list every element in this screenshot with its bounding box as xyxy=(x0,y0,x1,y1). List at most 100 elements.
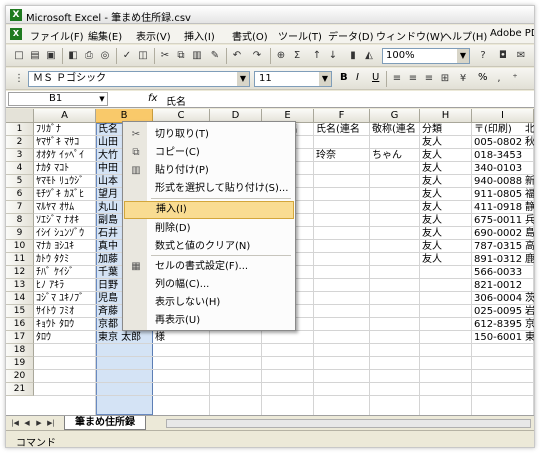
underline-button[interactable]: U xyxy=(372,72,379,83)
font-name-select[interactable]: ＭＳ Ｐゴシック ▼ xyxy=(28,71,250,87)
cell-a9[interactable]: ｲｼｲ ｼｭﾝｿﾞｳ xyxy=(36,227,95,240)
cell-h11[interactable]: 友人 xyxy=(422,253,471,266)
cell-a2[interactable]: ﾔﾏｻﾞｷ ﾏｻｺ xyxy=(36,136,95,149)
undo-icon[interactable]: ↶ xyxy=(230,49,244,63)
cell-a15[interactable]: ｻｲﾄｳ ﾌﾐｵ xyxy=(36,305,95,318)
cell-j3[interactable] xyxy=(525,149,534,162)
cell-a21[interactable] xyxy=(36,383,95,396)
cell-h3[interactable]: 友人 xyxy=(422,149,471,162)
cell-h19[interactable] xyxy=(422,357,471,370)
cell-h17[interactable] xyxy=(422,331,471,344)
menu-data[interactable]: データ(D) xyxy=(328,28,374,43)
cell-c20[interactable] xyxy=(155,370,209,383)
cell-f18[interactable] xyxy=(316,344,369,357)
cell-f7[interactable] xyxy=(316,201,369,214)
row-header[interactable]: 1 xyxy=(6,123,34,136)
menu-edit[interactable]: 編集(E) xyxy=(88,28,122,43)
pdf-mail-icon[interactable]: ✉ xyxy=(514,49,528,63)
cell-g21[interactable] xyxy=(372,383,419,396)
cell-j1[interactable]: 北 xyxy=(525,123,534,136)
cell-j8[interactable]: 兵 xyxy=(525,214,534,227)
cell-g15[interactable] xyxy=(372,305,419,318)
menu-insert[interactable]: 挿入(I) xyxy=(184,28,215,43)
cell-i20[interactable] xyxy=(474,370,533,383)
cell-g13[interactable] xyxy=(372,279,419,292)
row-header[interactable]: 10 xyxy=(6,240,34,253)
chart-wizard-icon[interactable]: ▮ xyxy=(346,49,360,63)
font-size-select[interactable]: 11 ▼ xyxy=(254,71,332,87)
cell-c17[interactable]: 様 xyxy=(155,331,209,344)
cell-a8[interactable]: ｿｴｼﾞﾏ ﾅｵｷ xyxy=(36,214,95,227)
cell-f12[interactable] xyxy=(316,266,369,279)
open-icon[interactable]: ▤ xyxy=(28,49,42,63)
cell-j16[interactable]: 京 xyxy=(525,318,534,331)
cell-i21[interactable] xyxy=(474,383,533,396)
cell-d21[interactable] xyxy=(212,383,261,396)
currency-icon[interactable]: ¥ xyxy=(456,72,470,86)
cell-a14[interactable]: ｺｼﾞﾏ ﾕｷﾉﾌﾞ xyxy=(36,292,95,305)
row-header[interactable]: 2 xyxy=(6,136,34,149)
save-icon[interactable]: ▣ xyxy=(44,49,58,63)
cell-j15[interactable]: 岩 xyxy=(525,305,534,318)
cell-h20[interactable] xyxy=(422,370,471,383)
zoom-select[interactable]: 100% ▼ xyxy=(382,48,470,64)
cell-f3[interactable]: 玲奈 xyxy=(316,149,369,162)
cell-g7[interactable] xyxy=(372,201,419,214)
cell-f16[interactable] xyxy=(316,318,369,331)
cell-d18[interactable] xyxy=(212,344,261,357)
cell-g4[interactable] xyxy=(372,162,419,175)
percent-button[interactable]: % xyxy=(478,72,488,83)
print-icon[interactable]: ⎙ xyxy=(82,49,96,63)
context-menu-item[interactable]: 表示しない(H) xyxy=(124,294,294,312)
cell-j13[interactable] xyxy=(525,279,534,292)
cell-g5[interactable] xyxy=(372,175,419,188)
cell-g8[interactable] xyxy=(372,214,419,227)
cell-h6[interactable]: 友人 xyxy=(422,188,471,201)
row-header[interactable]: 12 xyxy=(6,266,34,279)
sort-ascending-icon[interactable]: ↑ xyxy=(310,49,324,63)
cell-e21[interactable] xyxy=(264,383,313,396)
increase-decimal-icon[interactable]: ⁺ xyxy=(508,72,522,86)
cell-e20[interactable] xyxy=(264,370,313,383)
cell-h4[interactable]: 友人 xyxy=(422,162,471,175)
menu-help[interactable]: ヘルプ(H) xyxy=(442,28,487,43)
cell-e18[interactable] xyxy=(264,344,313,357)
cell-j9[interactable]: 島 xyxy=(525,227,534,240)
cell-g1[interactable]: 敬称(連名 xyxy=(372,123,419,136)
cell-h14[interactable] xyxy=(422,292,471,305)
context-menu-item[interactable]: コピー(C) ⧉ xyxy=(124,144,294,162)
cell-f2[interactable] xyxy=(316,136,369,149)
cell-g17[interactable] xyxy=(372,331,419,344)
cell-g14[interactable] xyxy=(372,292,419,305)
cell-f14[interactable] xyxy=(316,292,369,305)
cell-j2[interactable]: 秋 xyxy=(525,136,534,149)
row-header[interactable]: 17 xyxy=(6,331,34,344)
column-header-g[interactable]: G xyxy=(370,109,420,123)
context-menu-item[interactable]: 切り取り(T) ✂ xyxy=(124,126,294,144)
function-icon[interactable]: fx xyxy=(148,93,157,104)
cell-g6[interactable] xyxy=(372,188,419,201)
align-right-icon[interactable]: ≡ xyxy=(422,72,436,86)
next-sheet-icon[interactable]: ▶ xyxy=(34,418,44,428)
print-preview-icon[interactable]: ◎ xyxy=(98,49,112,63)
new-icon[interactable]: □ xyxy=(12,49,26,63)
cell-h18[interactable] xyxy=(422,344,471,357)
menu-format[interactable]: 書式(O) xyxy=(232,28,268,43)
row-header[interactable]: 16 xyxy=(6,318,34,331)
cell-f9[interactable] xyxy=(316,227,369,240)
row-header[interactable]: 15 xyxy=(6,305,34,318)
cell-j17[interactable]: 東 xyxy=(525,331,534,344)
help-icon[interactable]: ? xyxy=(476,49,490,63)
cell-h2[interactable]: 友人 xyxy=(422,136,471,149)
cell-a10[interactable]: ﾏﾅｶ ﾖｼﾕｷ xyxy=(36,240,95,253)
cell-f10[interactable] xyxy=(316,240,369,253)
cell-e19[interactable] xyxy=(264,357,313,370)
cell-a5[interactable]: ﾔﾏﾓﾄ ﾘｭｳｼﾞ xyxy=(36,175,95,188)
autosum-icon[interactable]: Σ xyxy=(290,49,304,63)
context-menu-item[interactable]: セルの書式設定(F)... ▦ xyxy=(124,258,294,276)
bold-button[interactable]: B xyxy=(340,72,348,83)
name-box[interactable]: B1 ▼ xyxy=(8,92,108,106)
drawing-icon[interactable]: ◭ xyxy=(362,49,376,63)
row-header[interactable]: 6 xyxy=(6,188,34,201)
cell-a1[interactable]: ﾌﾘｶﾞﾅ xyxy=(36,123,95,136)
